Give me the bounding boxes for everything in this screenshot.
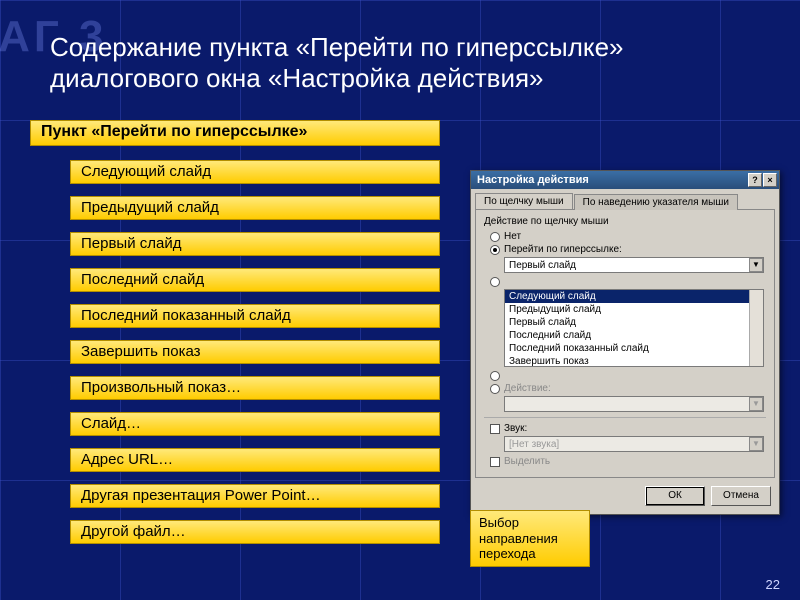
checkbox-sound[interactable]: Звук: [490,423,766,434]
hyperlink-options-list: Следующий слайд Предыдущий слайд Первый … [70,160,440,556]
tab-on-hover[interactable]: По наведению указателя мыши [574,194,738,210]
radio-icon [490,232,500,242]
title-line-1: Содержание пункта «Перейти по гиперссылк… [50,32,624,62]
tab-on-click[interactable]: По щелчку мыши [475,193,573,209]
radio-icon [490,277,500,287]
list-item: Завершить показ [70,340,440,364]
checkbox-icon [490,457,500,467]
chevron-down-icon: ▼ [749,437,763,451]
dialog-tabs: По щелчку мыши По наведению указателя мы… [471,189,779,209]
listbox-item[interactable]: Последний слайд [505,329,763,342]
help-button[interactable]: ? [748,173,762,187]
list-item: Адрес URL… [70,448,440,472]
radio-unused-2[interactable] [490,371,766,381]
list-item: Последний показанный слайд [70,304,440,328]
listbox-item[interactable]: Завершить показ [505,355,763,367]
radio-none[interactable]: Нет [490,231,766,242]
listbox-item[interactable]: Первый слайд [505,316,763,329]
separator [484,417,766,418]
list-item: Предыдущий слайд [70,196,440,220]
group-label: Действие по щелчку мыши [484,216,766,227]
listbox-scrollbar[interactable] [749,290,763,366]
list-item: Другой файл… [70,520,440,544]
slide-title: Содержание пункта «Перейти по гиперссылк… [50,32,760,94]
ok-button[interactable]: ОК [645,486,705,506]
radio-label: Перейти по гиперссылке: [504,244,622,255]
listbox-item[interactable]: Следующий слайд [505,290,763,303]
list-item: Произвольный показ… [70,376,440,400]
listbox-item[interactable]: Последний показанный слайд [505,342,763,355]
sound-combobox: [Нет звука] ▼ [504,436,764,452]
list-item: Другая презентация Power Point… [70,484,440,508]
callout-label: Выбор направления перехода [470,510,590,567]
radio-action: Действие: [490,383,766,394]
checkbox-icon [490,424,500,434]
dialog-title: Настройка действия [477,174,589,186]
checkbox-label: Звук: [504,423,527,434]
action-settings-dialog: Настройка действия ? × По щелчку мыши По… [470,170,780,515]
action-combobox: ▼ [504,396,764,412]
combo-value: Первый слайд [509,260,576,271]
radio-label: Действие: [504,383,551,394]
list-item: Последний слайд [70,268,440,292]
chevron-down-icon: ▼ [749,397,763,411]
hyperlink-combobox[interactable]: Первый слайд ▼ [504,257,764,273]
radio-icon [490,245,500,255]
radio-icon [490,371,500,381]
radio-hyperlink[interactable]: Перейти по гиперссылке: [490,244,766,255]
dialog-body: Действие по щелчку мыши Нет Перейти по г… [475,209,775,478]
list-item: Следующий слайд [70,160,440,184]
title-line-2: диалогового окна «Настройка действия» [50,63,544,93]
combo-value: [Нет звука] [509,439,559,450]
list-item: Первый слайд [70,232,440,256]
radio-icon [490,384,500,394]
chevron-down-icon[interactable]: ▼ [749,258,763,272]
listbox-item[interactable]: Предыдущий слайд [505,303,763,316]
cancel-button[interactable]: Отмена [711,486,771,506]
page-number: 22 [766,577,780,592]
main-hyperlink-item: Пункт «Перейти по гиперссылке» [30,120,440,146]
close-button[interactable]: × [763,173,777,187]
checkbox-highlight: Выделить [490,456,766,467]
radio-label: Нет [504,231,521,242]
dialog-titlebar[interactable]: Настройка действия ? × [471,171,779,189]
hyperlink-listbox[interactable]: Следующий слайд Предыдущий слайд Первый … [504,289,764,367]
radio-unused-1[interactable] [490,277,766,287]
list-item: Слайд… [70,412,440,436]
checkbox-label: Выделить [504,456,550,467]
